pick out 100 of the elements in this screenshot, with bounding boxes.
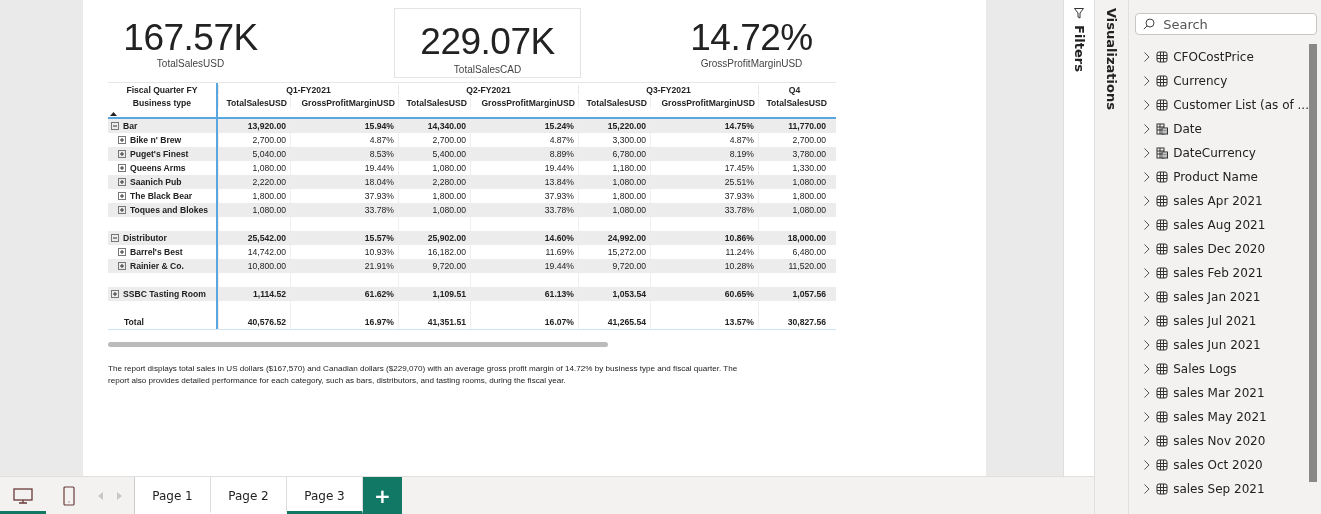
- table-cell: 21.91%: [364, 261, 394, 271]
- expand-icon[interactable]: [118, 262, 126, 270]
- chevron-icon[interactable]: [1144, 316, 1151, 326]
- chevron-icon[interactable]: [1144, 340, 1151, 350]
- expand-icon[interactable]: [118, 206, 126, 214]
- collapse-icon[interactable]: [111, 234, 119, 242]
- chevron-icon[interactable]: [1144, 364, 1151, 374]
- expand-icon[interactable]: [118, 150, 126, 158]
- chevron-icon[interactable]: [1144, 460, 1151, 470]
- table-cell: 14,742.00: [247, 247, 286, 257]
- table-cell: 25,542.00: [247, 233, 286, 243]
- chevron-icon[interactable]: [1144, 220, 1151, 230]
- scrollbar[interactable]: [1309, 44, 1317, 482]
- table-name[interactable]: sales Oct 2020: [1173, 458, 1263, 472]
- visualizations-pane-title[interactable]: Visualizations: [1104, 8, 1120, 110]
- table-cell: 61.62%: [364, 289, 394, 299]
- monitor-icon: [13, 487, 33, 504]
- chevron-icon[interactable]: [1144, 124, 1151, 134]
- table-cell: 6,480.00: [792, 247, 826, 257]
- table-cell: 2,220.00: [252, 177, 286, 187]
- table-cell: 37.93%: [544, 191, 574, 201]
- column-header: TotalSalesUSD: [406, 98, 467, 108]
- search-field[interactable]: Search: [1135, 13, 1317, 35]
- table-cell: 1,080.00: [792, 177, 826, 187]
- table-name[interactable]: sales Feb 2021: [1173, 266, 1264, 280]
- column-header: TotalSalesUSD: [586, 98, 647, 108]
- table-cell: 11,770.00: [788, 121, 826, 131]
- filters-pane-title[interactable]: Filters: [1072, 25, 1087, 72]
- chevron-icon[interactable]: [1144, 148, 1151, 158]
- phone-icon: [63, 485, 75, 506]
- table-icon: [1156, 267, 1169, 279]
- table-icon: [1156, 387, 1169, 399]
- table-cell: 1,080.00: [792, 205, 826, 215]
- table-name[interactable]: sales Jul 2021: [1173, 314, 1257, 328]
- table-name[interactable]: Currency: [1173, 74, 1228, 88]
- expand-icon[interactable]: [118, 192, 126, 200]
- table-cell: 15.94%: [364, 121, 394, 131]
- table-name[interactable]: sales Apr 2021: [1173, 194, 1263, 208]
- table-cell: 19.44%: [364, 163, 394, 173]
- table-cell: 9,720.00: [612, 261, 646, 271]
- table-cell: 1,109.51: [432, 289, 466, 299]
- table-name[interactable]: sales Dec 2020: [1173, 242, 1266, 256]
- chevron-icon[interactable]: [1144, 172, 1151, 182]
- table-name[interactable]: Sales Logs: [1173, 362, 1237, 376]
- add-page-button[interactable]: +: [363, 477, 402, 514]
- expand-icon[interactable]: [118, 164, 126, 172]
- table-name[interactable]: sales Sep 2021: [1173, 482, 1265, 496]
- table-name[interactable]: sales Aug 2021: [1173, 218, 1266, 232]
- table-cell: 4.87%: [729, 135, 754, 145]
- table-name[interactable]: sales Nov 2020: [1173, 434, 1266, 448]
- chevron-icon[interactable]: [1144, 52, 1151, 62]
- table-name[interactable]: sales May 2021: [1173, 410, 1267, 424]
- chevron-icon[interactable]: [1144, 292, 1151, 302]
- page-tab[interactable]: Page 2: [211, 477, 287, 514]
- table-name[interactable]: Product Name: [1173, 170, 1258, 184]
- table-name[interactable]: sales Mar 2021: [1173, 386, 1265, 400]
- table-name[interactable]: sales Jan 2021: [1173, 290, 1261, 304]
- page-tab[interactable]: Page 1: [135, 477, 211, 514]
- table-cell: 15,272.00: [607, 247, 646, 257]
- expand-icon[interactable]: [118, 178, 126, 186]
- table-cell: 25.51%: [724, 177, 754, 187]
- table-name[interactable]: CFOCostPrice: [1173, 50, 1254, 64]
- chevron-icon[interactable]: [1144, 100, 1151, 110]
- table-name[interactable]: Date: [1173, 122, 1202, 136]
- table-cell: 30,827.56: [787, 317, 826, 327]
- chevron-icon[interactable]: [1144, 244, 1151, 254]
- row-header: Bike n' Brew: [130, 135, 182, 145]
- row-header: Queens Arms: [130, 163, 186, 173]
- table-cell: 11.69%: [545, 247, 574, 257]
- chevron-icon[interactable]: [1144, 196, 1151, 206]
- table-cell: 13.57%: [724, 317, 754, 327]
- table-name[interactable]: DateCurrency: [1173, 146, 1256, 160]
- table-cell: 16,182.00: [427, 247, 466, 257]
- chevron-icon[interactable]: [1144, 268, 1151, 278]
- chevron-icon[interactable]: [1144, 436, 1151, 446]
- table-name[interactable]: Customer List (as of ...: [1173, 98, 1309, 112]
- chevron-icon[interactable]: [1144, 76, 1151, 86]
- chevron-icon[interactable]: [1144, 484, 1151, 494]
- kpi-value: 167.57K: [123, 18, 258, 58]
- row-header: Bar: [123, 121, 138, 131]
- column-header: Business type: [132, 98, 192, 108]
- table-name[interactable]: sales Jun 2021: [1173, 338, 1261, 352]
- expand-icon[interactable]: [111, 290, 119, 298]
- expand-icon[interactable]: [118, 248, 126, 256]
- chevron-icon[interactable]: [1144, 388, 1151, 398]
- chevron-icon[interactable]: [1144, 412, 1151, 422]
- table-cell: 4.87%: [549, 135, 574, 145]
- collapse-icon[interactable]: [111, 122, 119, 130]
- kpi-value: 14.72%: [690, 18, 813, 58]
- table-cell: 1,080.00: [432, 205, 466, 215]
- page-tab[interactable]: Page 3: [287, 477, 363, 514]
- sort-icon[interactable]: [110, 112, 117, 116]
- table-cell: 33.78%: [724, 205, 754, 215]
- expand-icon[interactable]: [118, 136, 126, 144]
- column-group-header: Q3-FY2021: [646, 84, 691, 95]
- table-cell: 8.53%: [369, 149, 394, 159]
- scrollbar[interactable]: [108, 342, 608, 347]
- table-cell: 2,700.00: [792, 135, 826, 145]
- table-cell: 10.93%: [364, 247, 394, 257]
- table-cell: 2,280.00: [432, 177, 466, 187]
